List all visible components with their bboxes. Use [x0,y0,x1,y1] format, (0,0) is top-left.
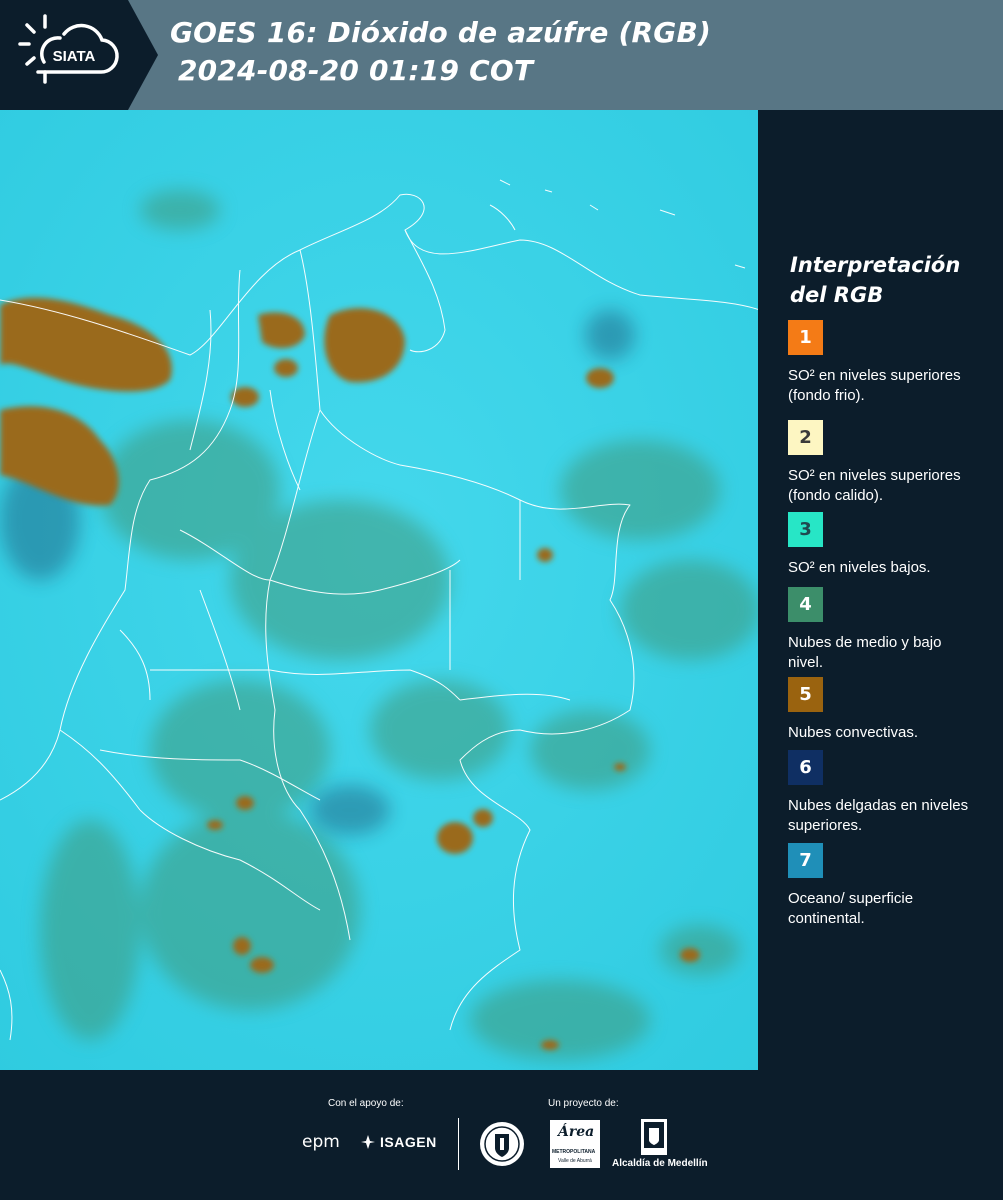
legend-swatch-number: 6 [799,757,812,778]
alcaldia-label: Alcaldía de Medellín [612,1158,708,1169]
legend-title-line-1: Interpretación [790,253,961,277]
page-title: GOES 16: Dióxido de azúfre (RGB) 2024-08… [170,14,711,90]
legend-swatch-6: 6 [788,750,823,785]
area-logo-text: Área [558,1124,595,1140]
legend-item-description: Nubes convectivas. [788,724,919,741]
legend-item-3: 3 SO² en niveles bajos. [788,512,978,578]
legend-swatch-4: 4 [788,587,823,622]
legend-swatch-3: 3 [788,512,823,547]
legend-item-description: SO² en niveles superiores (fondo calido)… [788,467,961,504]
epm-logo: epm [302,1132,340,1152]
legend-swatch-number: 4 [799,594,812,615]
legend-swatch-number: 7 [799,850,812,871]
legend-item-1: 1 SO² en niveles superiores (fondo frio)… [788,320,978,406]
header-bar: SIATA GOES 16: Dióxido de azúfre (RGB) 2… [0,0,1003,110]
legend-panel: Interpretación del RGB 1 SO² en niveles … [760,110,1003,1070]
title-line-2: 2024-08-20 01:19 COT [178,54,534,87]
alcaldia-shield-icon [640,1118,668,1156]
legend-item-description: Nubes de medio y bajo nivel. [788,634,942,671]
area-logo-subtitle: METROPOLITANA [552,1149,596,1155]
footer: Con el apoyo de: Un proyecto de: epm ISA… [0,1070,1003,1200]
legend-item-4: 4 Nubes de medio y bajo nivel. [788,587,978,673]
legend-swatch-number: 3 [799,519,812,540]
isagen-icon [360,1134,376,1150]
legend-title-line-2: del RGB [790,283,884,307]
title-line-1: GOES 16: Dióxido de azúfre (RGB) [170,16,712,49]
legend-item-description: Oceano/ superficie continental. [788,890,914,927]
legend-item-description: SO² en niveles superiores (fondo frio). [788,367,961,404]
medellin-seal-icon [478,1120,526,1168]
legend-title: Interpretación del RGB [790,250,960,310]
legend-swatch-number: 1 [799,327,812,348]
legend-item-description: SO² en niveles bajos. [788,559,931,576]
legend-swatch-7: 7 [788,843,823,878]
project-label: Un proyecto de: [548,1098,619,1109]
legend-item-7: 7 Oceano/ superficie continental. [788,843,978,929]
legend-item-2: 2 SO² en niveles superiores (fondo calid… [788,420,978,506]
legend-swatch-5: 5 [788,677,823,712]
legend-swatch-number: 5 [799,684,812,705]
support-label: Con el apoyo de: [328,1098,404,1109]
footer-divider [458,1118,459,1170]
legend-swatch-2: 2 [788,420,823,455]
isagen-logo: ISAGEN [380,1134,437,1150]
legend-swatch-1: 1 [788,320,823,355]
legend-item-6: 6 Nubes delgadas en niveles superiores. [788,750,978,836]
area-metropolitana-logo: Área METROPOLITANA Valle de Aburrá [550,1120,600,1168]
svg-text:SIATA: SIATA [53,48,96,65]
area-logo-region: Valle de Aburrá [558,1158,592,1164]
satellite-map [0,110,760,1070]
legend-item-5: 5 Nubes convectivas. [788,677,978,743]
siata-logo: SIATA [0,0,158,110]
legend-item-description: Nubes delgadas en niveles superiores. [788,797,969,834]
legend-swatch-number: 2 [799,427,812,448]
